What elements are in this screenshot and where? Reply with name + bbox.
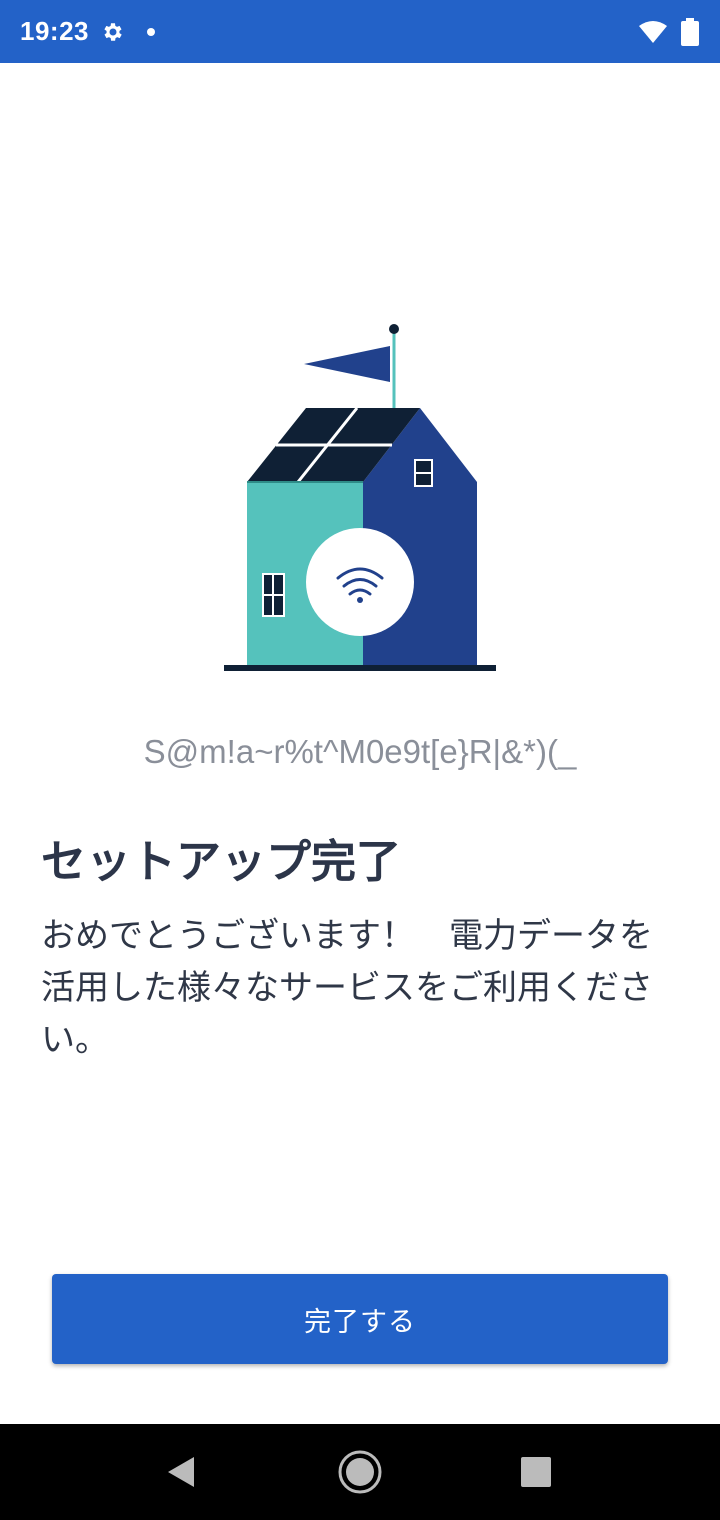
congratulations-message: おめでとうございます！ 電力データを活用した様々なサービスをご利用ください。: [41, 916, 653, 1060]
back-button[interactable]: [150, 1424, 214, 1520]
home-icon: [338, 1450, 382, 1494]
flag: [304, 346, 390, 382]
status-time: 19:23: [20, 16, 89, 46]
recents-button[interactable]: [504, 1424, 568, 1520]
status-left: 19:23: [20, 16, 155, 47]
device-name: S@m!a~r%t^M0e9t[e}R|&*)(_: [143, 733, 577, 770]
navigation-bar: [0, 1424, 720, 1520]
wifi-badge: [306, 528, 414, 636]
ground-line: [224, 665, 496, 671]
battery-icon: [681, 17, 699, 46]
page-title: セットアップ完了: [41, 835, 402, 888]
status-right: [638, 17, 700, 46]
wifi-icon: [639, 20, 667, 43]
notification-dot-icon: [147, 27, 155, 36]
status-bar: 19:23: [0, 0, 720, 63]
house-with-wifi-illustration: [224, 324, 496, 671]
flag-pole-top: [389, 324, 399, 334]
gear-icon: [104, 22, 122, 41]
recents-icon: [521, 1457, 551, 1487]
home-button[interactable]: [328, 1424, 392, 1520]
back-icon: [168, 1457, 194, 1487]
done-button[interactable]: 完了する: [52, 1274, 668, 1364]
